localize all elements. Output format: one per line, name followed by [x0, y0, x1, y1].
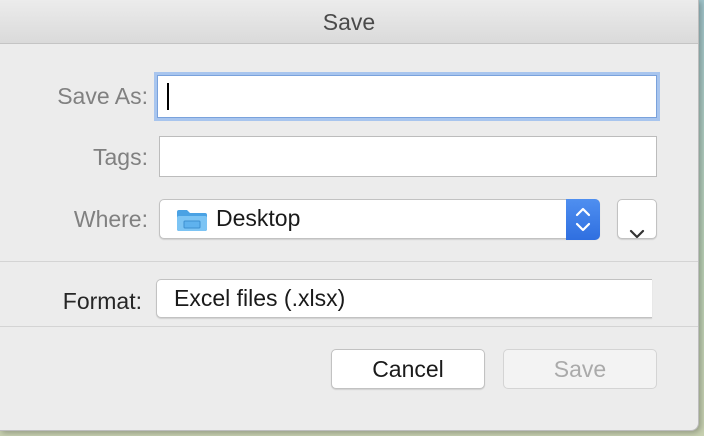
where-label: Where:: [73, 206, 148, 232]
format-label: Format:: [62, 288, 142, 314]
tags-input[interactable]: [159, 136, 657, 177]
dialog-title: Save: [322, 9, 376, 35]
tags-label: Tags:: [93, 144, 148, 170]
format-value: Excel files (.xlsx): [174, 285, 346, 311]
title-bar[interactable]: Save: [0, 0, 698, 44]
text-cursor: [167, 83, 169, 110]
expand-dialog-button[interactable]: [617, 199, 657, 239]
save-dialog: Save Save As: Tags: Where: Desktop Forma…: [0, 0, 699, 431]
stepper-chevrons-icon: [566, 199, 600, 240]
where-value: Desktop: [216, 205, 301, 231]
format-popup[interactable]: Excel files (.xlsx): [156, 279, 652, 318]
cancel-button[interactable]: Cancel: [331, 349, 485, 389]
save-as-input[interactable]: [157, 75, 657, 118]
where-popup[interactable]: Desktop: [159, 199, 600, 240]
divider: [0, 326, 698, 327]
folder-icon: [176, 208, 208, 232]
chevron-down-icon: [628, 213, 646, 251]
save-as-label: Save As:: [57, 83, 148, 109]
divider: [0, 261, 698, 262]
save-button[interactable]: Save: [503, 349, 657, 389]
